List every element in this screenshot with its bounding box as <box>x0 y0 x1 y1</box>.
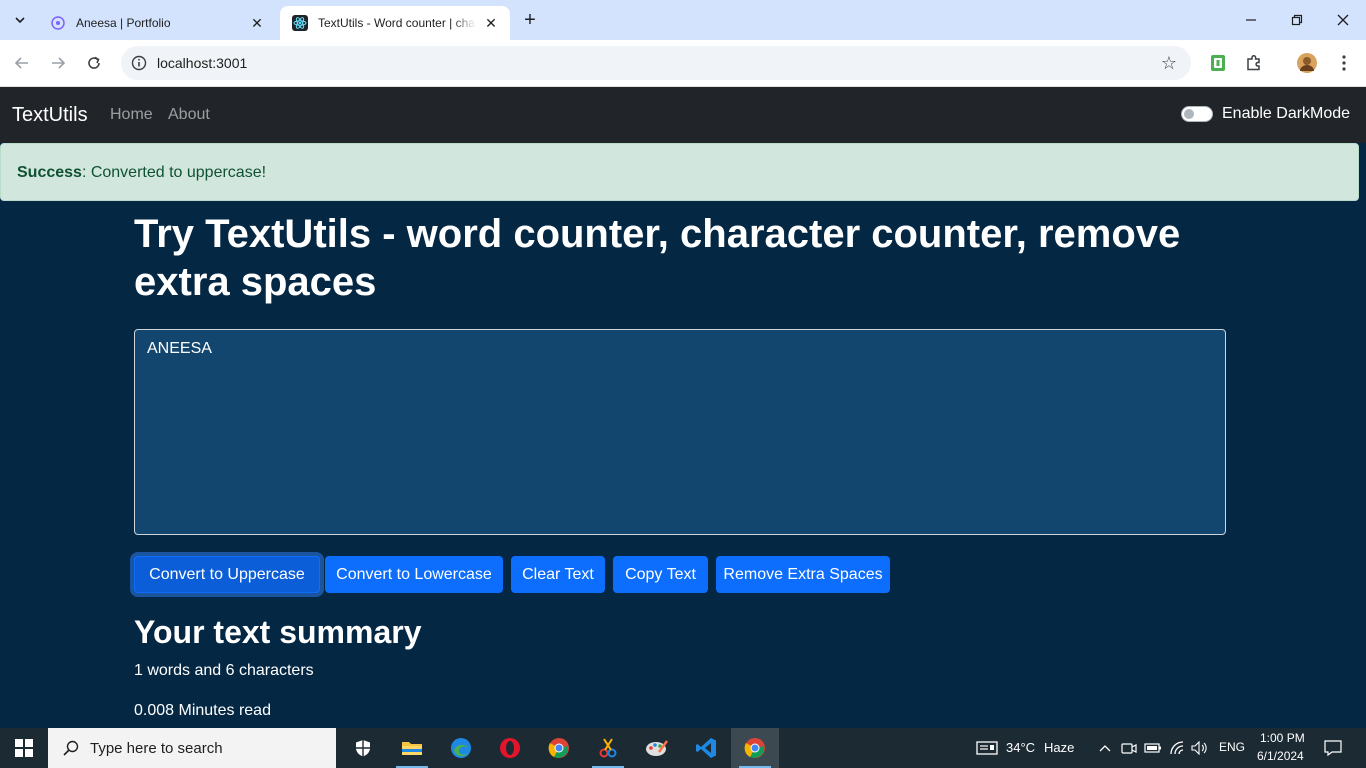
site-info-icon[interactable] <box>121 46 157 80</box>
taskbar-search-placeholder: Type here to search <box>90 739 223 757</box>
copy-text-button[interactable]: Copy Text <box>613 556 708 593</box>
close-window-button[interactable] <box>1320 0 1366 40</box>
chevron-up-icon[interactable] <box>1095 738 1115 758</box>
browser-menu-icon[interactable] <box>1332 51 1356 75</box>
tab-title: TextUtils - Word counter | character cou… <box>318 16 476 30</box>
clock-date[interactable]: 6/1/2024 <box>1257 749 1304 763</box>
minimize-icon <box>1246 19 1256 21</box>
portfolio-favicon-icon <box>50 15 66 31</box>
forward-button[interactable] <box>42 48 74 78</box>
reload-icon <box>88 56 100 69</box>
app-navbar: TextUtils Home About Enable DarkMode <box>0 87 1366 143</box>
word-char-count: 1 words and 6 characters <box>134 662 314 679</box>
opera-browser-icon[interactable] <box>486 728 534 768</box>
extension-icon[interactable] <box>1206 51 1230 75</box>
weather-temp[interactable]: 34°C <box>1006 740 1035 755</box>
tab-search-button[interactable] <box>8 8 32 32</box>
language-indicator[interactable]: ENG <box>1219 740 1245 754</box>
nav-link-home[interactable]: Home <box>110 106 153 124</box>
clear-text-button[interactable]: Clear Text <box>511 556 605 593</box>
browser-tab-textutils[interactable]: TextUtils - Word counter | character cou… <box>280 6 510 40</box>
file-explorer-icon[interactable] <box>388 728 436 768</box>
edge-browser-icon[interactable] <box>437 728 485 768</box>
extensions-puzzle-icon[interactable] <box>1242 51 1266 75</box>
paint-icon[interactable] <box>633 728 681 768</box>
darkmode-toggle[interactable] <box>1181 106 1213 122</box>
alert-type: Success <box>17 164 82 181</box>
text-input[interactable]: ANEESA <box>134 329 1226 535</box>
address-bar[interactable]: localhost:3001 ☆ <box>121 46 1191 80</box>
search-icon <box>62 739 80 757</box>
arrow-left-icon <box>14 57 28 69</box>
tab-title: Aneesa | Portfolio <box>76 16 171 30</box>
weather-icon[interactable] <box>975 738 999 758</box>
wifi-icon[interactable] <box>1167 738 1187 758</box>
windows-logo-icon <box>15 739 33 757</box>
profile-avatar[interactable] <box>1295 51 1319 75</box>
arrow-right-icon <box>52 57 66 69</box>
read-time: 0.008 Minutes read <box>134 702 271 719</box>
back-button[interactable] <box>6 48 38 78</box>
convert-uppercase-button[interactable]: Convert to Uppercase <box>134 556 320 593</box>
vscode-icon[interactable] <box>682 728 730 768</box>
meet-now-icon[interactable] <box>1119 738 1139 758</box>
toggle-knob <box>1184 109 1194 119</box>
taskbar-search[interactable]: Type here to search <box>48 728 336 768</box>
page-title: Try TextUtils - word counter, character … <box>134 212 1181 304</box>
weather-text[interactable]: Haze <box>1044 740 1074 755</box>
browser-tab-strip: Aneesa | Portfolio ✕ TextUtils - Word co… <box>0 0 1366 40</box>
volume-icon[interactable] <box>1190 738 1210 758</box>
navbar-brand[interactable]: TextUtils <box>12 104 88 127</box>
summary-title: Your text summary <box>134 614 422 650</box>
windows-security-icon[interactable] <box>339 728 387 768</box>
minimize-button[interactable] <box>1228 0 1274 40</box>
clock-time[interactable]: 1:00 PM <box>1260 731 1305 745</box>
windows-taskbar: Type here to search 34°C Haze ENG 1:00 P… <box>0 728 1366 768</box>
close-icon <box>1337 14 1349 26</box>
alert-message: : Converted to uppercase! <box>81 164 267 181</box>
close-tab-icon[interactable]: ✕ <box>248 14 266 32</box>
remove-extra-spaces-button[interactable]: Remove Extra Spaces <box>716 556 890 593</box>
react-favicon-icon <box>292 15 308 31</box>
convert-lowercase-button[interactable]: Convert to Lowercase <box>325 556 503 593</box>
notifications-icon[interactable] <box>1323 738 1343 758</box>
battery-icon[interactable] <box>1143 738 1163 758</box>
snipping-tool-icon[interactable] <box>584 728 632 768</box>
chevron-down-icon <box>15 17 25 24</box>
close-tab-icon[interactable]: ✕ <box>482 14 500 32</box>
browser-toolbar: localhost:3001 ☆ <box>0 40 1366 87</box>
chrome-icon[interactable] <box>535 728 583 768</box>
reload-button[interactable] <box>78 48 110 78</box>
restore-button[interactable] <box>1274 0 1320 40</box>
start-button[interactable] <box>0 728 48 768</box>
success-alert: Success: Converted to uppercase! <box>0 143 1359 201</box>
nav-link-about[interactable]: About <box>168 106 210 124</box>
bookmark-star-icon[interactable]: ☆ <box>1159 53 1179 73</box>
new-tab-button[interactable]: + <box>518 8 542 32</box>
chrome-active-icon[interactable] <box>731 728 779 768</box>
restore-icon <box>1291 14 1303 26</box>
browser-tab-portfolio[interactable]: Aneesa | Portfolio ✕ <box>38 6 276 40</box>
darkmode-label: Enable DarkMode <box>1222 105 1351 122</box>
url-text: localhost:3001 <box>157 55 248 71</box>
